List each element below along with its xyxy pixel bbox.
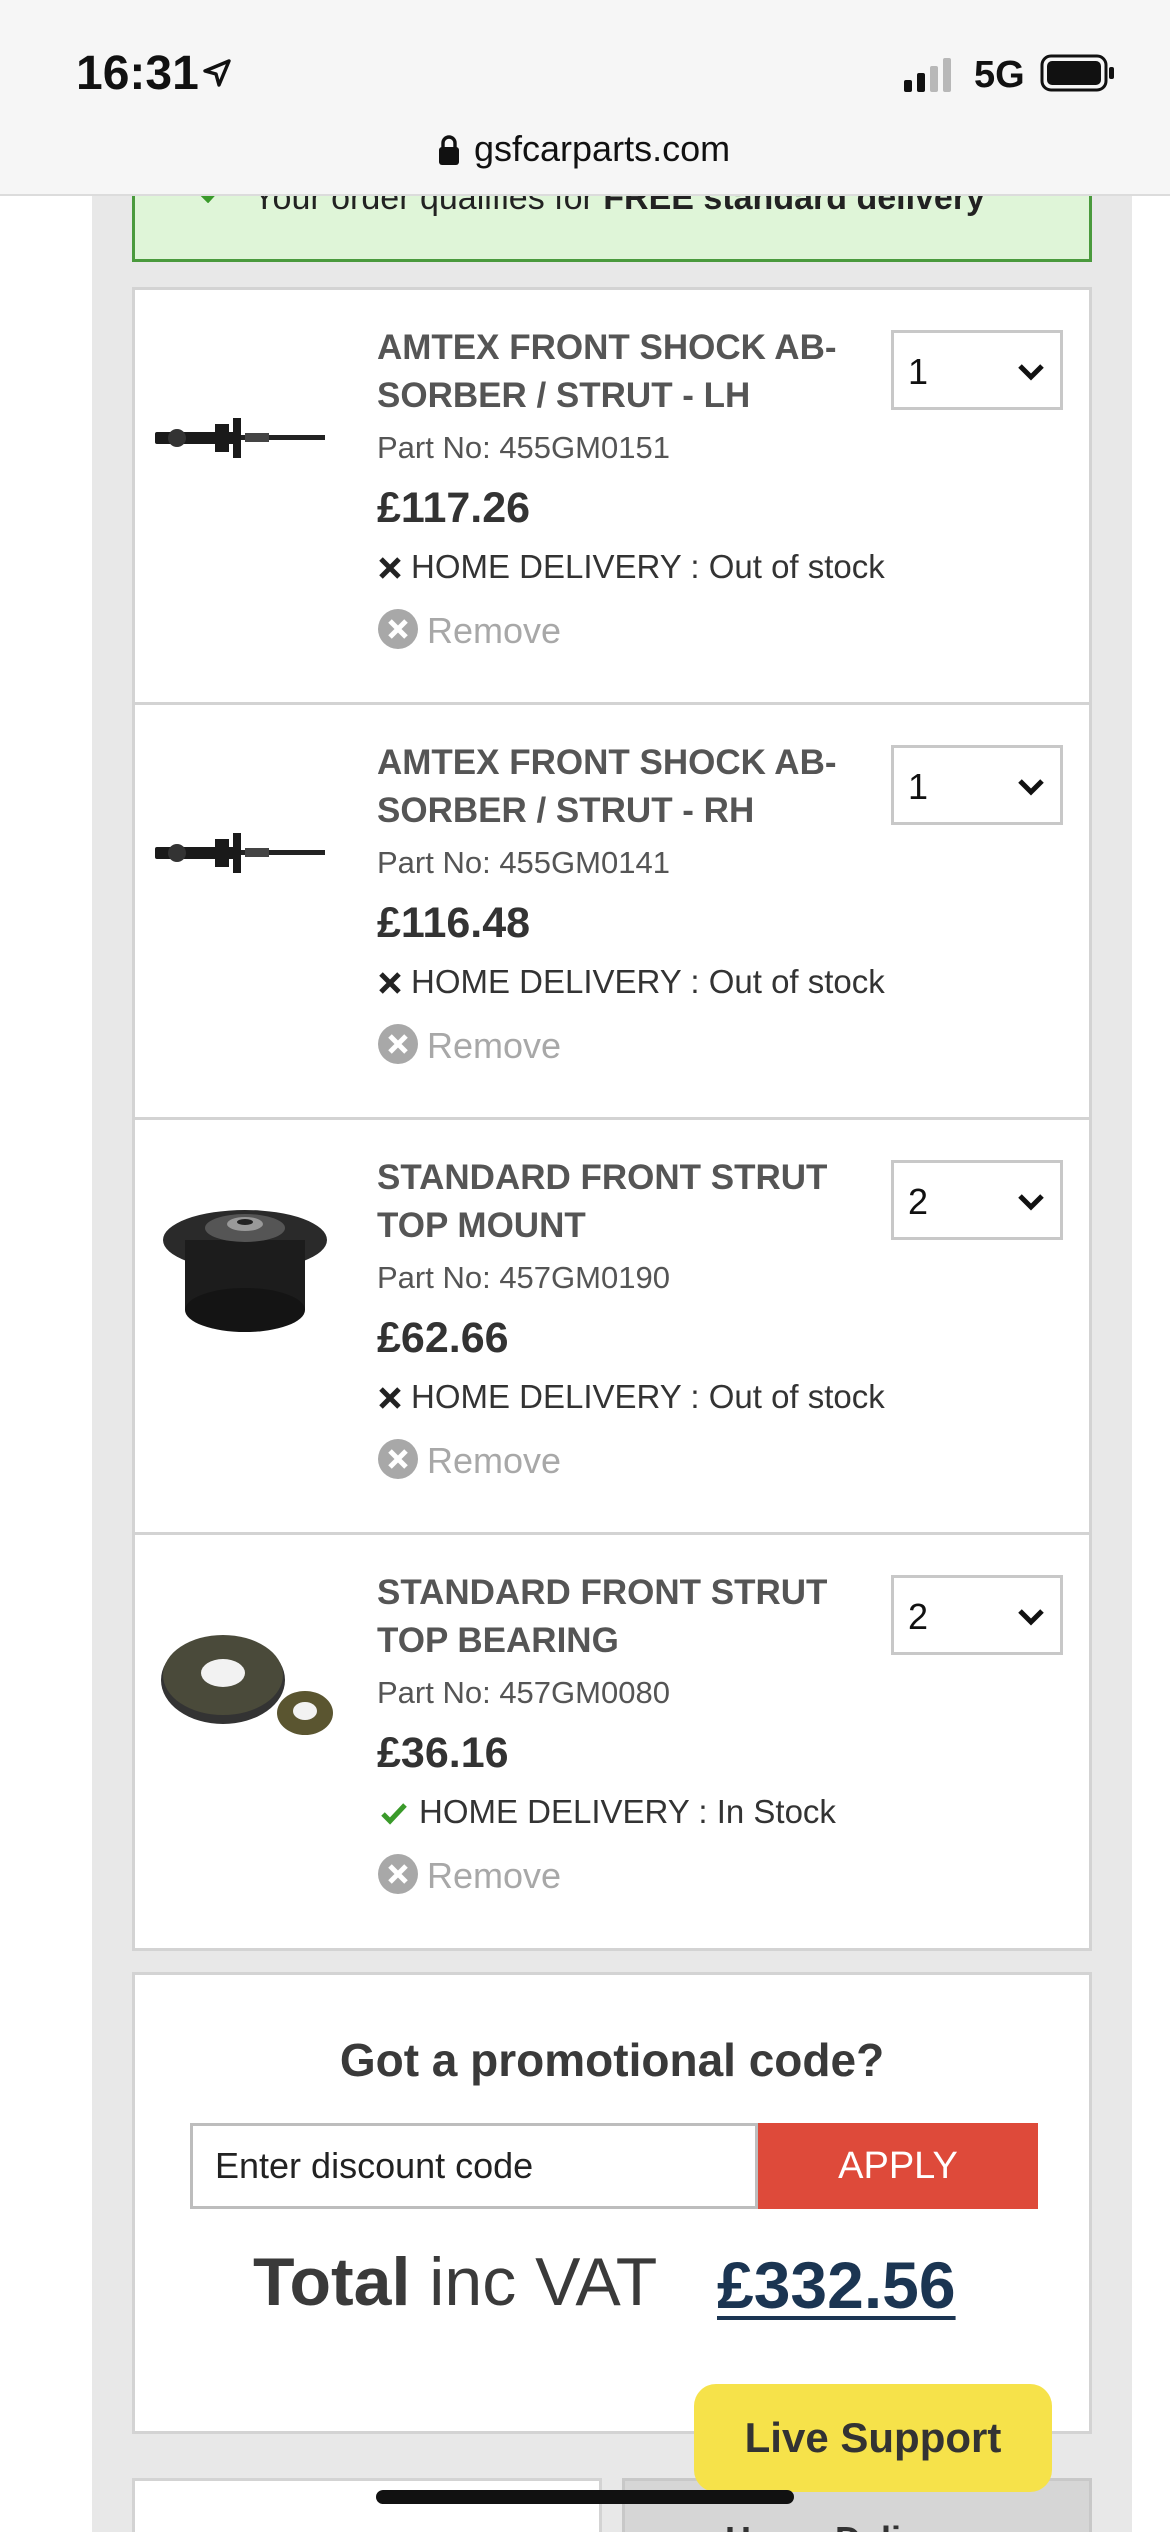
quantity-value: 1 [908,351,929,392]
item-title-line1: AMTEX FRONT SHOCK AB- [377,328,837,367]
status-time: 16:31 [76,47,199,100]
total-value[interactable]: £332.56 [717,2247,956,2323]
item-title[interactable]: AMTEX FRONT SHOCK AB- SORBER / STRUT - RH [377,739,867,835]
status-bar: 16:31 5G gsfcarparts.com [0,0,1170,196]
item-title-line2: TOP MOUNT [377,1206,586,1245]
chevron-down-icon [1018,364,1044,381]
home-indicator [376,2490,794,2504]
cart-item: AMTEX FRONT SHOCK AB- SORBER / STRUT - LH… [135,290,1089,705]
quantity-value: 1 [908,766,929,807]
part-number: Part No: 457GM0080 [377,1675,670,1710]
item-price: £117.26 [377,484,531,532]
quantity-select[interactable]: 2 [891,1160,1063,1240]
remove-label: Remove [427,1440,562,1481]
remove-label: Remove [427,610,562,651]
lock-icon [439,135,459,165]
delivery-text: HOME DELIVERY : Out of stock [411,963,885,1000]
item-title[interactable]: AMTEX FRONT SHOCK AB- SORBER / STRUT - LH [377,324,867,420]
cart-item: STANDARD FRONT STRUT TOP MOUNT 2 Part No:… [135,1120,1089,1535]
total-label-bold: Total [253,2244,411,2320]
quantity-select[interactable]: 1 [891,745,1063,825]
item-price: £62.66 [377,1314,509,1362]
delivery-status: HOME DELIVERY : Out of stock [377,548,885,586]
cart-item: STANDARD FRONT STRUT TOP BEARING 2 Part N… [135,1535,1089,1950]
chevron-down-icon [1018,779,1044,796]
chevron-down-icon [1018,1194,1044,1211]
remove-circle-x-icon [378,1439,418,1479]
cross-icon [379,972,401,994]
item-title-line2: SORBER / STRUT - LH [377,376,751,415]
shock-absorber-image [155,418,325,458]
cellular-signal-icon [904,58,951,92]
remove-label: Remove [427,1855,562,1896]
shock-absorber-image [155,833,325,873]
promo-section: Got a promotional code? APPLY Total inc … [132,1972,1092,2434]
in-stock-check-icon [381,1803,407,1825]
cross-icon [379,557,401,579]
part-number: Part No: 455GM0141 [377,845,670,880]
quantity-value: 2 [908,1596,929,1637]
bottom-left-button[interactable] [132,2478,602,2532]
discount-code-input[interactable] [190,2123,758,2209]
item-title-line1: STANDARD FRONT STRUT [377,1158,828,1197]
remove-circle-x-icon [378,609,418,649]
network-type: 5G [974,54,1025,96]
item-title[interactable]: STANDARD FRONT STRUT TOP BEARING [377,1569,867,1665]
home-delivery-label: Home Deli [725,2519,901,2532]
location-arrow-icon [203,59,231,87]
apply-button[interactable]: APPLY [758,2123,1038,2209]
delivery-text: HOME DELIVERY : Out of stock [411,548,885,585]
quantity-value: 2 [908,1181,929,1222]
quantity-select[interactable]: 1 [891,330,1063,410]
delivery-text: HOME DELIVERY : Out of stock [411,1378,885,1415]
item-title-line1: STANDARD FRONT STRUT [377,1573,828,1612]
total-label-rest: inc VAT [410,2244,658,2320]
cross-icon [379,1387,401,1409]
delivery-status: HOME DELIVERY : Out of stock [377,1378,885,1416]
remove-circle-x-icon [378,1854,418,1894]
item-title-line2: SORBER / STRUT - RH [377,791,755,830]
promo-title: Got a promotional code? [339,2034,885,2086]
part-number: Part No: 455GM0151 [377,430,670,465]
cart-item: AMTEX FRONT SHOCK AB- SORBER / STRUT - RH… [135,705,1089,1120]
delivery-text: HOME DELIVERY : In Stock [419,1793,836,1830]
live-support-button[interactable]: Live Support [694,2384,1052,2492]
item-price: £116.48 [377,899,531,947]
item-title-line1: AMTEX FRONT SHOCK AB- [377,743,837,782]
chevron-down-icon [1018,1609,1044,1626]
delivery-status: HOME DELIVERY : Out of stock [377,963,885,1001]
battery-icon [1040,54,1114,92]
strut-top-bearing-image [161,1635,333,1735]
part-number: Part No: 457GM0190 [377,1260,670,1295]
quantity-select[interactable]: 2 [891,1575,1063,1655]
delivery-status: HOME DELIVERY : In Stock [377,1793,836,1831]
address-bar-url[interactable]: gsfcarparts.com [474,128,730,170]
item-price: £36.16 [377,1729,509,1777]
item-title[interactable]: STANDARD FRONT STRUT TOP MOUNT [377,1154,867,1250]
strut-top-mount-image [163,1210,327,1332]
cart-items-list: AMTEX FRONT SHOCK AB- SORBER / STRUT - LH… [132,287,1092,1951]
remove-circle-x-icon [378,1024,418,1064]
total-label: Total inc VAT [253,2243,657,2321]
item-title-line2: TOP BEARING [377,1621,619,1660]
remove-label: Remove [427,1025,562,1066]
